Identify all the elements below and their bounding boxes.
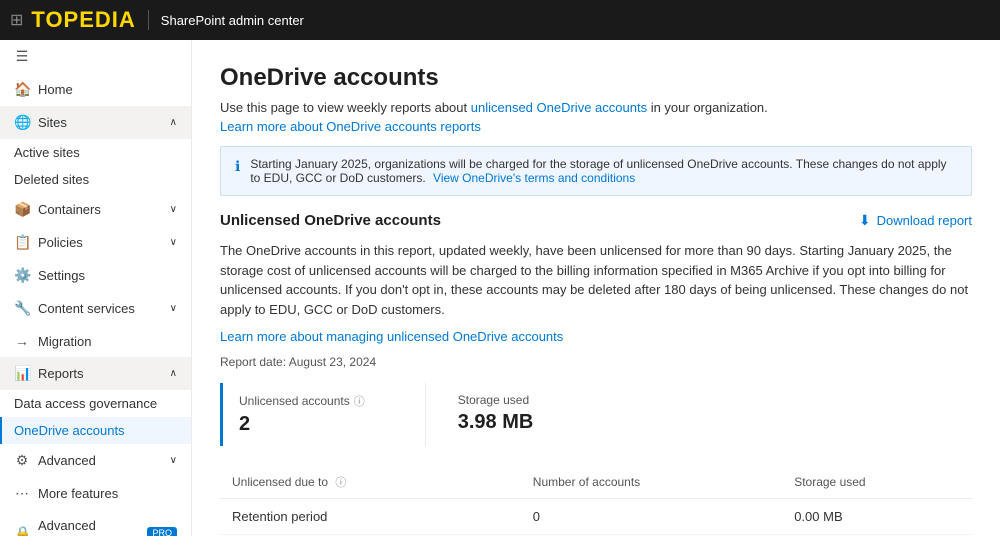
reports-chevron-icon: ∧ (170, 368, 177, 379)
download-report-button[interactable]: ⬇ Download report (859, 212, 972, 229)
sidebar-item-advanced-label: Advanced (38, 453, 96, 468)
sidebar-item-content-services[interactable]: 🔧 Content services ∨ (0, 292, 191, 325)
hamburger-icon: ☰ (14, 48, 30, 65)
sidebar-item-more-features[interactable]: ⋯ More features (0, 477, 191, 510)
topbar: ⊞ TOPEDIA SharePoint admin center (0, 0, 1000, 40)
policies-chevron-icon: ∨ (170, 237, 177, 248)
sidebar-item-sites[interactable]: 🌐 Sites ∧ (0, 106, 191, 139)
section-description: The OneDrive accounts in this report, up… (220, 241, 972, 319)
sidebar-item-advanced-management[interactable]: 🔒 Advanced management PRO (0, 510, 191, 536)
logo-text: TOPEDIA (31, 7, 135, 33)
stat-storage-value: 3.98 MB (458, 411, 534, 434)
main-content: OneDrive accounts Use this page to view … (192, 40, 1000, 536)
sidebar-item-policies[interactable]: 📋 Policies ∨ (0, 226, 191, 259)
sidebar-item-containers[interactable]: 📦 Containers ∨ (0, 193, 191, 226)
sidebar-item-content-services-label: Content services (38, 301, 135, 316)
sidebar-item-active-sites-label: Active sites (14, 145, 80, 160)
sidebar-item-more-features-label: More features (38, 486, 118, 501)
sidebar-item-containers-label: Containers (38, 202, 101, 217)
sidebar-item-onedrive-accounts-label: OneDrive accounts (14, 423, 125, 438)
sidebar-item-advanced[interactable]: ⚙ Advanced ∨ (0, 444, 191, 477)
report-date: Report date: August 23, 2024 (220, 355, 972, 369)
containers-chevron-icon: ∨ (170, 204, 177, 215)
stat-unlicensed-accounts: Unlicensed accounts ⓘ 2 (220, 383, 389, 446)
page-desc-link: Learn more about OneDrive accounts repor… (220, 119, 972, 134)
sidebar-item-deleted-sites[interactable]: Deleted sites (0, 166, 191, 193)
onedrive-terms-link[interactable]: View OneDrive's terms and conditions (433, 171, 635, 185)
unlicensed-table: Unlicensed due to ⓘ Number of accounts S… (220, 466, 972, 536)
info-banner-text: Starting January 2025, organizations wil… (250, 157, 957, 185)
layout: ☰ 🏠 Home 🌐 Sites ∧ Active sites Deleted … (0, 40, 1000, 536)
stat-storage-used: Storage used 3.98 MB (442, 383, 558, 446)
sidebar-item-migration-label: Migration (38, 334, 91, 349)
sidebar-item-reports[interactable]: 📊 Reports ∧ (0, 357, 191, 390)
reports-icon: 📊 (14, 365, 30, 382)
sidebar-item-onedrive-accounts[interactable]: OneDrive accounts (0, 417, 191, 444)
col-info-icon: ⓘ (335, 477, 346, 489)
stat-unlicensed-label: Unlicensed accounts ⓘ (239, 393, 365, 409)
stat-storage-label: Storage used (458, 393, 534, 407)
col-header-number-of-accounts: Number of accounts (521, 466, 782, 499)
policies-icon: 📋 (14, 234, 30, 251)
section-header: Unlicensed OneDrive accounts ⬇ Download … (220, 212, 972, 229)
row-retention-period-accounts: 0 (521, 498, 782, 534)
content-services-icon: 🔧 (14, 300, 30, 317)
page-description: Use this page to view weekly reports abo… (220, 100, 972, 115)
page-title: OneDrive accounts (220, 64, 972, 92)
topbar-title: SharePoint admin center (161, 13, 304, 28)
sidebar-item-sites-label: Sites (38, 115, 67, 130)
download-label: Download report (877, 213, 972, 228)
topbar-divider (148, 10, 149, 30)
sidebar-item-settings[interactable]: ⚙️ Settings (0, 259, 191, 292)
sidebar-item-data-access-governance[interactable]: Data access governance (0, 390, 191, 417)
grid-icon: ⊞ (10, 10, 23, 30)
sidebar-item-deleted-sites-label: Deleted sites (14, 172, 89, 187)
col-header-storage-used: Storage used (782, 466, 972, 499)
migration-icon: → (14, 333, 30, 349)
stat-info-icon: ⓘ (354, 393, 365, 409)
sidebar-reports-children: Data access governance OneDrive accounts (0, 390, 191, 444)
info-icon: ℹ (235, 158, 240, 175)
sidebar-item-reports-label: Reports (38, 366, 84, 381)
sidebar-item-active-sites[interactable]: Active sites (0, 139, 191, 166)
learn-more-accounts-link[interactable]: Learn more about OneDrive accounts repor… (220, 119, 481, 134)
topbar-logo: ⊞ TOPEDIA (10, 7, 136, 33)
sidebar-item-settings-label: Settings (38, 268, 85, 283)
more-features-icon: ⋯ (14, 485, 30, 502)
stats-divider (425, 383, 426, 446)
col-header-unlicensed-due-to: Unlicensed due to ⓘ (220, 466, 521, 499)
section-learn-more: Learn more about managing unlicensed One… (220, 327, 972, 347)
sidebar: ☰ 🏠 Home 🌐 Sites ∧ Active sites Deleted … (0, 40, 192, 536)
learn-more-managing-link[interactable]: Learn more about managing unlicensed One… (220, 329, 563, 344)
sidebar-item-policies-label: Policies (38, 235, 83, 250)
sidebar-item-migration[interactable]: → Migration (0, 325, 191, 357)
sidebar-item-home[interactable]: 🏠 Home (0, 73, 191, 106)
unlicensed-link[interactable]: unlicensed OneDrive accounts (471, 100, 647, 115)
table-row: Retention period 0 0.00 MB (220, 498, 972, 534)
stats-row: Unlicensed accounts ⓘ 2 Storage used 3.9… (220, 383, 972, 446)
advanced-chevron-icon: ∨ (170, 455, 177, 466)
advanced-management-icon: 🔒 (14, 525, 30, 536)
info-banner: ℹ Starting January 2025, organizations w… (220, 146, 972, 196)
pro-badge: PRO (147, 527, 177, 536)
stat-unlicensed-value: 2 (239, 413, 365, 436)
sites-chevron-icon: ∧ (170, 117, 177, 128)
advanced-icon: ⚙ (14, 452, 30, 469)
sidebar-item-advanced-management-label: Advanced management (38, 518, 135, 536)
table-header-row: Unlicensed due to ⓘ Number of accounts S… (220, 466, 972, 499)
page-desc-text: Use this page to view weekly reports abo… (220, 100, 768, 115)
section-title: Unlicensed OneDrive accounts (220, 212, 441, 229)
sidebar-sites-children: Active sites Deleted sites (0, 139, 191, 193)
sidebar-item-data-access-governance-label: Data access governance (14, 396, 157, 411)
row-retention-period-label: Retention period (220, 498, 521, 534)
row-retention-period-storage: 0.00 MB (782, 498, 972, 534)
home-icon: 🏠 (14, 81, 30, 98)
sidebar-item-home-label: Home (38, 82, 73, 97)
content-services-chevron-icon: ∨ (170, 303, 177, 314)
settings-icon: ⚙️ (14, 267, 30, 284)
sites-icon: 🌐 (14, 114, 30, 131)
download-icon: ⬇ (859, 212, 871, 229)
sidebar-menu-toggle[interactable]: ☰ (0, 40, 191, 73)
containers-icon: 📦 (14, 201, 30, 218)
